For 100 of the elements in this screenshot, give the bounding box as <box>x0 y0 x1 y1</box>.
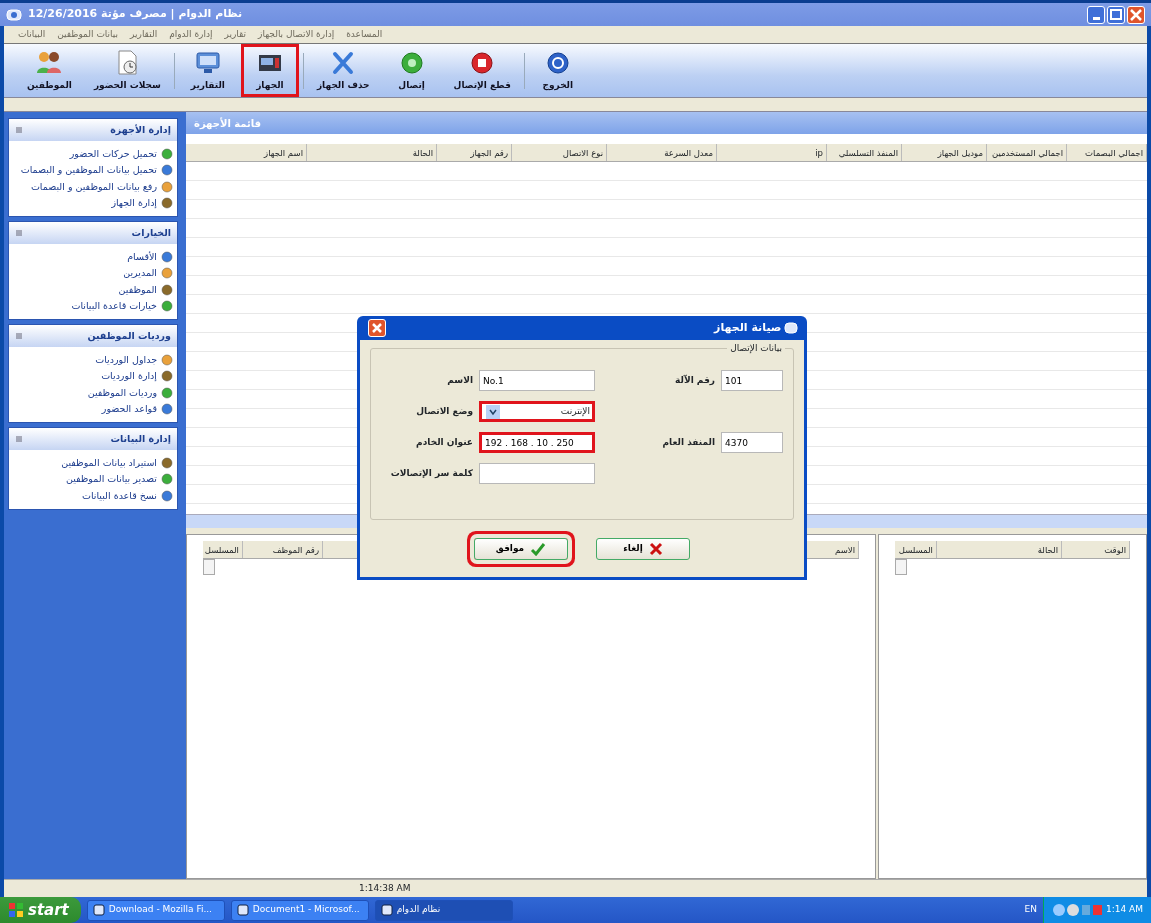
row-header-cell[interactable] <box>203 559 215 575</box>
section-title[interactable]: الخيارات <box>131 225 171 241</box>
dropdown[interactable]: الإنترنت <box>479 401 595 422</box>
column-header[interactable]: اسم الجهاز <box>187 144 307 161</box>
close-button[interactable] <box>368 319 386 337</box>
app-icon <box>6 7 22 22</box>
column-header[interactable]: المسلسل <box>895 541 937 558</box>
column-header[interactable]: ip <box>717 144 827 161</box>
column-header[interactable]: الحالة <box>307 144 437 161</box>
sidebar-item[interactable]: جداول الورديات <box>95 353 157 368</box>
flag-icon <box>8 902 24 918</box>
item-icon <box>161 164 173 177</box>
item-icon <box>161 489 173 502</box>
panel-title: قائمة الأجهزة <box>194 116 262 131</box>
sidebar-item[interactable]: الأقسام <box>127 250 157 265</box>
collapse-icon[interactable] <box>15 332 23 340</box>
window-icon <box>236 904 249 916</box>
column-header[interactable]: الوقت <box>1062 541 1130 558</box>
toolbar-button[interactable]: التقارير <box>178 43 237 98</box>
menu-item[interactable]: إدارة الاتصال بالجهاز <box>258 27 335 42</box>
item-icon <box>161 148 173 161</box>
field-label: الاسم <box>446 373 473 387</box>
field-label: وضع الاتصال <box>415 404 473 419</box>
column-header[interactable]: اجمالي المستخدمين <box>987 144 1067 161</box>
cancel-button[interactable]: إلغاء <box>596 538 690 560</box>
window-title: نظام الدوام | مصرف مؤتة 12/26/2016 <box>28 6 243 23</box>
sidebar-item[interactable]: تحميل حركات الحضور <box>69 147 157 162</box>
close-icon <box>1130 8 1142 21</box>
window-icon <box>92 904 105 916</box>
collapse-icon[interactable] <box>15 229 23 237</box>
menu-item[interactable]: إدارة الدوام <box>169 27 213 42</box>
language-indicator[interactable]: EN <box>1024 903 1037 917</box>
row-header-cell[interactable] <box>895 559 907 575</box>
toolbar-button[interactable]: الموظفين <box>18 43 81 98</box>
sidebar-item[interactable]: تصدير بيانات الموظفين <box>65 472 157 487</box>
tray-icons[interactable] <box>1052 903 1102 917</box>
column-header[interactable]: نوع الاتصال <box>512 144 607 161</box>
item-icon <box>161 283 173 296</box>
sidebar-item[interactable]: قواعد الحضور <box>101 401 157 416</box>
item-icon <box>161 457 173 470</box>
input-field[interactable]: 4370 <box>721 432 783 453</box>
column-header[interactable]: رقم الجهاز <box>437 144 512 161</box>
item-icon <box>161 180 173 193</box>
column-header[interactable]: اجمالي البصمات <box>1067 144 1147 161</box>
sidebar-item[interactable]: إدارة الورديات <box>101 369 157 384</box>
close-button[interactable] <box>1127 5 1145 24</box>
minimize-icon <box>1092 16 1100 20</box>
collapse-icon[interactable] <box>15 126 23 134</box>
sidebar-item[interactable]: نسخ قاعدة البيانات <box>82 488 157 503</box>
input-field[interactable]: 192 . 168 . 10 . 250 <box>479 432 595 453</box>
toolbar-button[interactable]: الخروج <box>528 43 587 98</box>
close-icon <box>370 321 384 335</box>
column-header[interactable]: موديل الجهاز <box>902 144 987 161</box>
column-header[interactable]: المسلسل <box>203 541 243 558</box>
toolbar-button[interactable]: إتصال <box>382 43 441 98</box>
collapse-icon[interactable] <box>15 435 23 443</box>
item-icon <box>161 473 173 486</box>
sidebar-item[interactable]: ورديات الموظفين <box>87 385 157 400</box>
toolbar-button[interactable]: سجلات الحضور <box>84 43 170 98</box>
menu-item[interactable]: المساعدة <box>346 27 383 42</box>
taskbar-button[interactable]: نظام الدوام <box>374 899 513 921</box>
start-button[interactable]: start <box>0 897 81 923</box>
input-field[interactable] <box>479 463 595 484</box>
taskbar-button[interactable]: Document1 - Microsof... <box>230 899 369 921</box>
sidebar-item[interactable]: الموظفين <box>118 282 157 297</box>
sidebar-item[interactable]: خيارات قاعدة البيانات <box>71 298 157 313</box>
column-header[interactable]: رقم الموظف <box>243 541 323 558</box>
menu-item[interactable]: البيانات <box>18 27 46 42</box>
menu-item[interactable]: تقارير <box>224 27 247 42</box>
menu-item[interactable]: التقارير <box>130 27 158 42</box>
item-icon <box>161 299 173 312</box>
minimize-button[interactable] <box>1087 5 1105 24</box>
sidebar-item[interactable]: إدارة الجهاز <box>111 195 157 210</box>
item-icon <box>161 196 173 209</box>
sidebar-item[interactable]: استيراد بيانات الموظفين <box>61 456 157 471</box>
item-icon <box>161 386 173 399</box>
sidebar-item[interactable]: المديرين <box>123 266 157 281</box>
check-icon <box>530 542 547 556</box>
field-label: رقم الآلة <box>674 373 715 387</box>
group-title: بيانات الإتصال <box>727 342 785 356</box>
toolbar-button[interactable]: حذف الجهاز <box>307 43 379 98</box>
sidebar-item[interactable]: تحميل بيانات الموظفين و البصمات <box>20 163 157 178</box>
toolbar-button[interactable]: قطع الإتصال <box>444 43 520 98</box>
cross-icon <box>648 542 663 556</box>
app-icon <box>784 322 798 334</box>
maximize-button[interactable] <box>1107 5 1125 24</box>
input-field[interactable]: No.1 <box>479 370 595 391</box>
menu-item[interactable]: بيانات الموظفين <box>57 27 119 42</box>
column-header[interactable]: المنفذ التسلسلي <box>827 144 902 161</box>
window-icon <box>380 904 393 916</box>
sidebar-item[interactable]: رفع بيانات الموظفين و البصمات <box>30 179 157 194</box>
column-header[interactable]: الحالة <box>937 541 1062 558</box>
status-time: 1:14:38 AM <box>359 881 411 895</box>
field-label: عنوان الخادم <box>415 435 473 450</box>
column-header[interactable]: معدل السرعة <box>607 144 717 161</box>
taskbar-button[interactable]: Download - Mozilla Fi... <box>86 899 225 921</box>
item-icon <box>161 251 173 264</box>
input-field[interactable]: 101 <box>721 370 783 391</box>
item-icon <box>161 267 173 280</box>
field-label: كلمة سر الإتصالات <box>389 466 473 480</box>
